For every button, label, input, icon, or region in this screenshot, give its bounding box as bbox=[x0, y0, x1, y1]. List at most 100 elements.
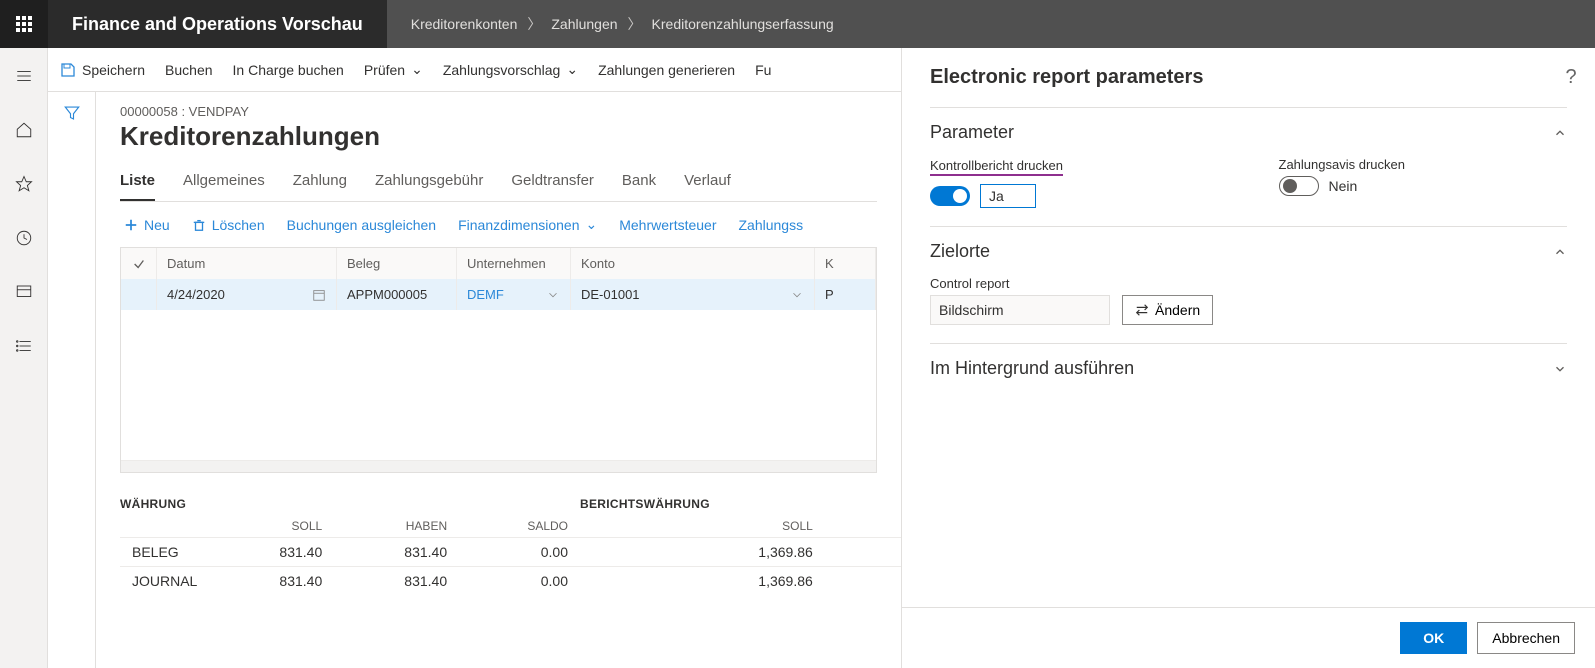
breadcrumb-item[interactable]: Kreditorenkonten bbox=[411, 16, 518, 32]
delete-line-button[interactable]: Löschen bbox=[192, 217, 265, 233]
totals-row-beleg-rep: 1,369.861,369.86 bbox=[580, 538, 901, 567]
settle-transactions-button[interactable]: Buchungen ausgleichen bbox=[287, 217, 436, 233]
totals-area: WÄHRUNG SOLLHABENSALDO BELEG831.40831.40… bbox=[120, 493, 877, 595]
dialog-footer: OK Abbrechen bbox=[902, 607, 1595, 668]
select-all-checkbox[interactable] bbox=[121, 248, 157, 279]
app-title: Finance and Operations Vorschau bbox=[48, 14, 387, 35]
toggle-print-advice-value: Nein bbox=[1329, 178, 1358, 194]
cell-truncated[interactable]: P bbox=[815, 279, 876, 310]
col-header-company[interactable]: Unternehmen bbox=[457, 248, 571, 279]
save-label: Speichern bbox=[82, 62, 145, 78]
validate-menu[interactable]: Prüfen ⌄ bbox=[364, 61, 423, 78]
new-line-button[interactable]: Neu bbox=[124, 217, 170, 233]
hamburger-button[interactable] bbox=[4, 56, 44, 96]
tabs: Liste Allgemeines Zahlung Zahlungsgebühr… bbox=[120, 162, 877, 202]
clock-icon bbox=[15, 229, 33, 247]
tab-verlauf[interactable]: Verlauf bbox=[684, 162, 731, 201]
cell-date[interactable]: 4/24/2020 bbox=[157, 279, 337, 310]
recent-button[interactable] bbox=[4, 218, 44, 258]
change-destination-button[interactable]: Ändern bbox=[1122, 295, 1213, 325]
field-control-report-dest: Control report Bildschirm Ändern bbox=[930, 276, 1230, 325]
cell-voucher[interactable]: APPM000005 bbox=[337, 279, 457, 310]
totals-currency: WÄHRUNG SOLLHABENSALDO BELEG831.40831.40… bbox=[120, 493, 580, 595]
label-control-report: Control report bbox=[930, 276, 1230, 291]
list-icon bbox=[15, 337, 33, 355]
check-icon bbox=[132, 257, 146, 271]
cell-account[interactable]: DE-01001 bbox=[571, 279, 815, 310]
input-control-report-dest[interactable]: Bildschirm bbox=[930, 295, 1110, 325]
vat-button[interactable]: Mehrwertsteuer bbox=[619, 217, 716, 233]
totals-row-journal-rep: 1,369.861,369.86 bbox=[580, 567, 901, 596]
toggle-print-control[interactable] bbox=[930, 186, 970, 206]
chevron-down-icon: ⌄ bbox=[411, 61, 423, 78]
col-header-date[interactable]: Datum bbox=[157, 248, 337, 279]
chevron-down-icon bbox=[546, 288, 560, 302]
save-icon bbox=[60, 62, 76, 78]
chevron-up-icon bbox=[1553, 126, 1567, 140]
totals-row-journal: JOURNAL831.40831.400.00 bbox=[120, 567, 580, 596]
workspace-icon bbox=[15, 283, 33, 301]
lines-grid: Datum Beleg Unternehmen Konto K 4/24/202… bbox=[120, 247, 877, 473]
chevron-right-icon: 〉 bbox=[628, 14, 642, 34]
payment-proposal-menu[interactable]: Zahlungsvorschlag ⌄ bbox=[443, 61, 578, 78]
field-print-control-report: Kontrollbericht drucken Ja bbox=[930, 157, 1219, 208]
tab-zahlung[interactable]: Zahlung bbox=[293, 162, 347, 201]
section-destinations-toggle[interactable]: Zielorte bbox=[930, 227, 1567, 276]
col-header-truncated[interactable]: K bbox=[815, 248, 876, 279]
tab-zahlungsgebuehr[interactable]: Zahlungsgebühr bbox=[375, 162, 483, 201]
chevron-down-icon bbox=[1553, 362, 1567, 376]
hamburger-icon bbox=[15, 67, 33, 85]
help-button[interactable]: ? bbox=[1547, 66, 1595, 89]
home-button[interactable] bbox=[4, 110, 44, 150]
tab-geldtransfer[interactable]: Geldtransfer bbox=[511, 162, 594, 201]
tab-liste[interactable]: Liste bbox=[120, 162, 155, 201]
grid-toolbar: Neu Löschen Buchungen ausgleichen Finanz… bbox=[120, 202, 877, 247]
field-print-advice: Zahlungsavis drucken Nein bbox=[1279, 157, 1568, 208]
row-select-checkbox[interactable] bbox=[121, 279, 157, 310]
totals-reporting: BERICHTSWÄHRUNG SOLLHABEN 1,369.861,369.… bbox=[580, 493, 901, 595]
page-title: Kreditorenzahlungen bbox=[120, 121, 877, 152]
breadcrumb-item[interactable]: Zahlungen bbox=[551, 16, 617, 32]
totals-reporting-head: BERICHTSWÄHRUNG bbox=[580, 493, 901, 515]
filter-icon bbox=[63, 104, 81, 122]
chevron-up-icon bbox=[1553, 245, 1567, 259]
label-print-advice: Zahlungsavis drucken bbox=[1279, 157, 1568, 172]
breadcrumb-item[interactable]: Kreditorenzahlungserfassung bbox=[652, 16, 834, 32]
cell-company[interactable]: DEMF bbox=[457, 279, 571, 310]
generate-payments-button[interactable]: Zahlungen generieren bbox=[598, 62, 735, 78]
horizontal-scrollbar[interactable] bbox=[121, 460, 876, 472]
section-background-toggle[interactable]: Im Hintergrund ausführen bbox=[930, 344, 1567, 393]
financial-dimensions-menu[interactable]: Finanzdimensionen ⌄ bbox=[458, 216, 597, 233]
tab-allgemeines[interactable]: Allgemeines bbox=[183, 162, 265, 201]
save-button[interactable]: Speichern bbox=[60, 62, 145, 78]
post-in-charge-button[interactable]: In Charge buchen bbox=[233, 62, 344, 78]
favorites-button[interactable] bbox=[4, 164, 44, 204]
swap-icon bbox=[1135, 303, 1149, 317]
topbar: Finance and Operations Vorschau Kreditor… bbox=[0, 0, 1595, 48]
action-bar: Speichern Buchen In Charge buchen Prüfen… bbox=[48, 48, 901, 92]
col-header-voucher[interactable]: Beleg bbox=[337, 248, 457, 279]
totals-row-beleg: BELEG831.40831.400.00 bbox=[120, 538, 580, 567]
section-parameter-toggle[interactable]: Parameter bbox=[930, 108, 1567, 157]
ok-button[interactable]: OK bbox=[1400, 622, 1467, 654]
workspaces-button[interactable] bbox=[4, 272, 44, 312]
dialog-panel: Electronic report parameters ? Parameter… bbox=[901, 48, 1595, 668]
page-caption: 00000058 : VENDPAY bbox=[120, 104, 877, 119]
filter-pane-toggle[interactable] bbox=[48, 92, 96, 668]
waffle-icon bbox=[16, 16, 32, 32]
table-row[interactable]: 4/24/2020 APPM000005 DEMF DE-01001 P bbox=[121, 279, 876, 310]
post-button[interactable]: Buchen bbox=[165, 62, 212, 78]
toggle-print-control-value[interactable]: Ja bbox=[980, 184, 1036, 208]
trash-icon bbox=[192, 218, 206, 232]
cancel-button[interactable]: Abbrechen bbox=[1477, 622, 1575, 654]
col-header-account[interactable]: Konto bbox=[571, 248, 815, 279]
payment-status-truncated[interactable]: Zahlungss bbox=[739, 217, 804, 233]
chevron-right-icon: 〉 bbox=[527, 14, 541, 34]
plus-icon bbox=[124, 218, 138, 232]
tab-bank[interactable]: Bank bbox=[622, 162, 656, 201]
app-launcher-button[interactable] bbox=[0, 0, 48, 48]
functions-menu-truncated[interactable]: Fu bbox=[755, 62, 771, 78]
section-parameter: Parameter Kontrollbericht drucken Ja bbox=[930, 107, 1567, 226]
modules-button[interactable] bbox=[4, 326, 44, 366]
toggle-print-advice[interactable] bbox=[1279, 176, 1319, 196]
